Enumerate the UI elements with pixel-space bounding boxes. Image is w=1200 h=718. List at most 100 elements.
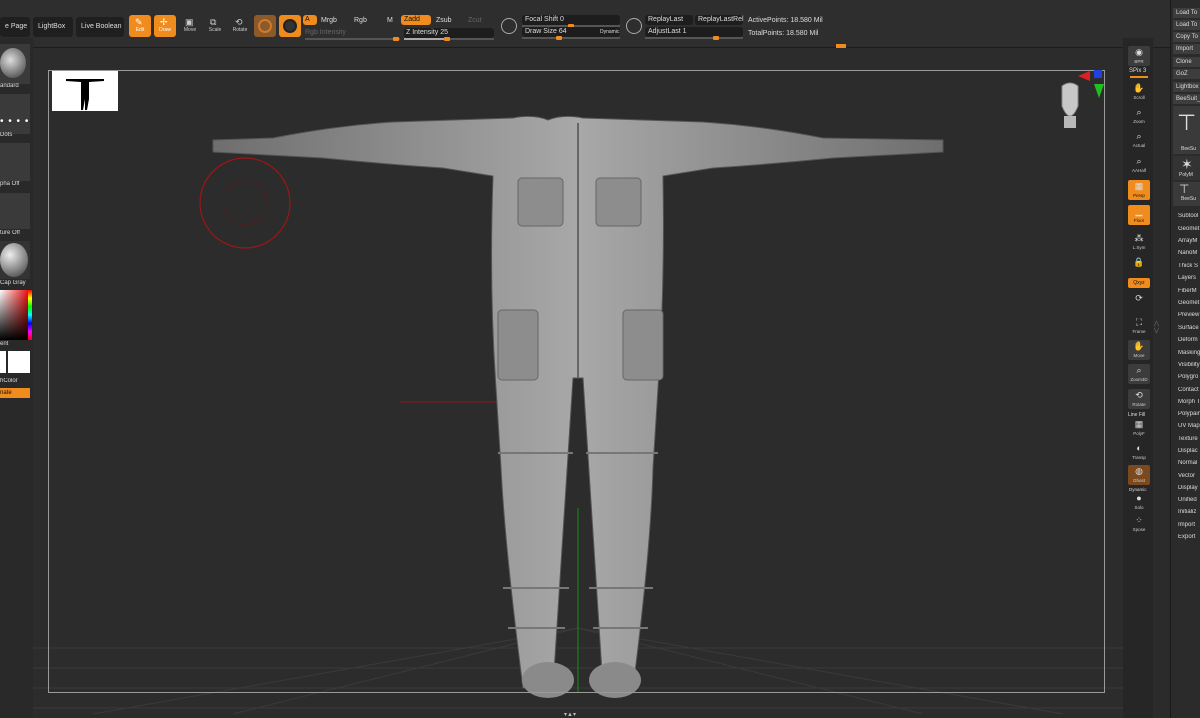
menu-contact[interactable]: Contact xyxy=(1178,387,1200,393)
zoom-button[interactable]: ⌕ Zoom xyxy=(1128,106,1150,126)
home-page-button[interactable]: e Page xyxy=(0,17,30,37)
menu-fibermesh[interactable]: FiberM xyxy=(1178,288,1200,294)
rgb-button[interactable]: Rgb xyxy=(354,17,367,24)
menu-geometry-hd[interactable]: Geomet xyxy=(1178,300,1200,306)
scroll-button[interactable]: ✋ Scroll xyxy=(1128,82,1150,102)
focal-shift-icon[interactable] xyxy=(501,18,517,34)
secondary-color-swatch[interactable] xyxy=(8,351,30,373)
goz-button[interactable]: GoZ xyxy=(1173,69,1200,79)
menu-layers[interactable]: Layers xyxy=(1178,275,1200,281)
switch-color-button[interactable]: hColor xyxy=(0,378,33,384)
zoom3d-button[interactable]: ⌕ Zoom3D xyxy=(1128,364,1150,384)
bottom-tray-toggle[interactable]: ▾▲▾ xyxy=(545,712,595,718)
actual-button[interactable]: ⌕ Actual xyxy=(1128,130,1150,150)
mrgb-mode-button[interactable] xyxy=(254,15,276,37)
zcut-button[interactable]: Zcut xyxy=(468,17,482,24)
rgb-intensity-knob[interactable] xyxy=(393,37,399,41)
replay-last-button[interactable]: ReplayLast xyxy=(645,15,693,25)
color-picker[interactable] xyxy=(0,290,30,340)
main-color-swatch[interactable] xyxy=(0,351,6,373)
rotate-mode-button[interactable]: ⟳ xyxy=(1128,292,1150,306)
menu-visibility[interactable]: Visibility xyxy=(1178,362,1200,368)
brush-thumbnail[interactable] xyxy=(0,44,30,84)
rotate-view-button[interactable]: ⟲ Rotate xyxy=(1128,389,1150,409)
menu-arraymesh[interactable]: ArrayM xyxy=(1178,238,1200,244)
rgb-intensity-slider[interactable]: Rgb Intensity xyxy=(305,29,346,36)
menu-polypaint[interactable]: Polypain xyxy=(1178,411,1200,417)
m-button[interactable]: M xyxy=(387,17,393,24)
shelf-scroll-arrows[interactable]: ⋀ ⋁ xyxy=(1154,320,1160,380)
transp-button[interactable]: ◐ Transp xyxy=(1128,442,1150,462)
lightbox-button[interactable]: LightBox xyxy=(33,17,73,37)
menu-unified-skin[interactable]: Unified xyxy=(1178,497,1200,503)
ghost-button[interactable]: ◍ Ghost xyxy=(1128,465,1150,485)
draw-size-knob[interactable] xyxy=(556,36,562,40)
z-intensity-knob[interactable] xyxy=(444,37,450,41)
edit-button[interactable]: ✎ Edit xyxy=(129,15,151,37)
rotate-button[interactable]: ⟲ Rotate xyxy=(229,15,251,37)
floor-button[interactable]: ▁ Floor xyxy=(1128,205,1150,225)
lightbox-tool-button[interactable]: Lightbox xyxy=(1173,82,1200,92)
hue-strip[interactable] xyxy=(28,290,32,340)
menu-nanomesh[interactable]: NanoM xyxy=(1178,250,1200,256)
alternate-button[interactable]: nate xyxy=(0,388,30,398)
mrgb-button[interactable]: Mrgb xyxy=(321,17,337,24)
menu-uv-map[interactable]: UV Map xyxy=(1178,423,1200,429)
local-button[interactable]: 🔒 xyxy=(1128,256,1150,276)
clone-button[interactable]: Clone xyxy=(1173,57,1200,67)
material-thumbnail[interactable] xyxy=(0,241,30,279)
load-tool-button[interactable]: Load To xyxy=(1173,8,1200,18)
menu-masking[interactable]: Masking xyxy=(1178,350,1200,356)
zadd-mode-button[interactable] xyxy=(279,15,301,37)
menu-normal-map[interactable]: Normal xyxy=(1178,460,1200,466)
menu-vector-displacement[interactable]: Vector xyxy=(1178,473,1200,479)
live-boolean-button[interactable]: Live Boolean xyxy=(76,17,124,37)
frame-button[interactable]: ⛶ Frame xyxy=(1128,316,1150,336)
menu-surface[interactable]: Surface xyxy=(1178,325,1200,331)
copy-tool-button[interactable]: Copy To xyxy=(1173,32,1200,42)
move-view-button[interactable]: ✋ Move xyxy=(1128,340,1150,360)
move-button[interactable]: ▣ Move xyxy=(179,15,201,37)
replay-last-rel-button[interactable]: ReplayLastRel xyxy=(695,15,744,25)
load-tool-2-button[interactable]: Load To xyxy=(1173,20,1200,30)
polyf-button[interactable]: ▦ PolyF xyxy=(1128,418,1150,438)
menu-import[interactable]: Import xyxy=(1178,522,1200,528)
axis-gizmo[interactable] xyxy=(1078,68,1108,100)
draw-size-box[interactable]: Draw Size 64 Dynamic xyxy=(522,27,620,37)
lsym-button[interactable]: ⁂ L.Sym xyxy=(1128,232,1150,252)
xyz-button[interactable]: Qxyz xyxy=(1128,278,1150,288)
tool-thumbnail-polymesh[interactable]: ✶ PolyM xyxy=(1173,156,1200,180)
menu-morph-target[interactable]: Morph T xyxy=(1178,399,1200,405)
persp-button[interactable]: ▦ Persp xyxy=(1128,180,1150,200)
bpr-button[interactable]: ◉ BPR xyxy=(1128,46,1150,66)
scale-button[interactable]: ⧉ Scale xyxy=(204,15,226,37)
zsub-button[interactable]: Zsub xyxy=(436,17,452,24)
navigator-thumbnail[interactable] xyxy=(52,71,118,111)
adjust-last-knob[interactable] xyxy=(713,36,719,40)
current-tool-button[interactable]: BeeSuit_ xyxy=(1173,94,1200,104)
import-button[interactable]: Import xyxy=(1173,44,1200,54)
spix-slider[interactable]: SPix 3 xyxy=(1129,68,1146,74)
menu-texture-map[interactable]: Texture xyxy=(1178,436,1200,442)
dynamic-button[interactable]: Dynamic xyxy=(600,29,619,35)
zadd-toggle[interactable]: Zadd xyxy=(401,15,431,25)
replay-icon[interactable] xyxy=(626,18,642,34)
draw-button[interactable]: ✢ Draw xyxy=(154,15,176,37)
menu-export[interactable]: Export xyxy=(1178,534,1200,540)
menu-displacement[interactable]: Displac xyxy=(1178,448,1200,454)
stroke-thumbnail[interactable]: • • • • xyxy=(0,94,30,134)
menu-thick-skin[interactable]: Thick S xyxy=(1178,263,1200,269)
aahalf-button[interactable]: ⌕ AAHalf xyxy=(1128,155,1150,175)
tool-thumbnail-beesuit[interactable]: ⊤ BeeSu xyxy=(1173,106,1200,154)
menu-deformation[interactable]: Deform xyxy=(1178,337,1200,343)
menu-preview[interactable]: Preview xyxy=(1178,312,1200,318)
texture-thumbnail[interactable] xyxy=(0,193,30,229)
solo-button[interactable]: ● Solo xyxy=(1128,492,1150,512)
tool-thumbnail-beesuit-2[interactable]: ⊤ BeeSu xyxy=(1173,182,1200,206)
menu-display-properties[interactable]: Display xyxy=(1178,485,1200,491)
menu-subtool[interactable]: Subtool xyxy=(1178,213,1200,219)
xpose-button[interactable]: ⁘ Xpose xyxy=(1128,514,1150,534)
a-toggle[interactable]: A xyxy=(303,15,317,25)
adjust-last-box[interactable]: AdjustLast 1 xyxy=(645,27,743,37)
alpha-thumbnail[interactable] xyxy=(0,143,30,181)
